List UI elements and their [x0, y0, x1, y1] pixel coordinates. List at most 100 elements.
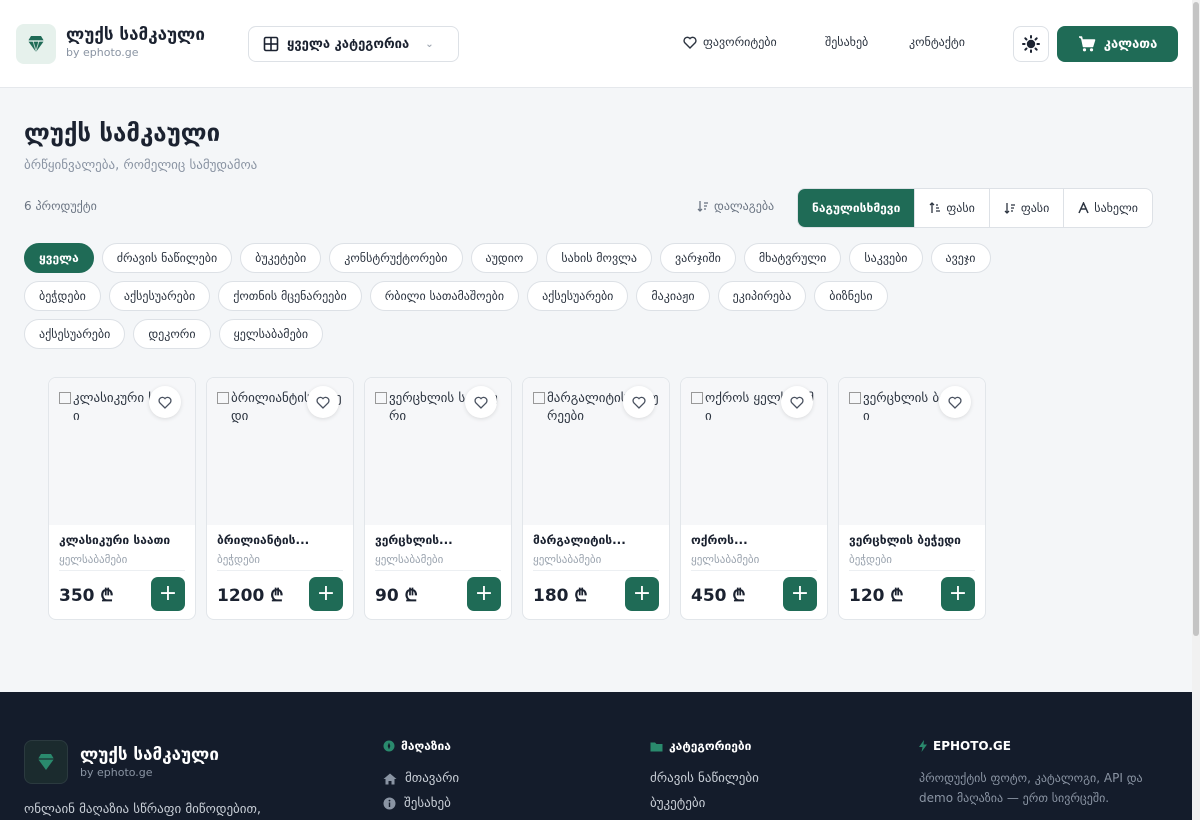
product-name[interactable]: კლასიკური საათი — [59, 533, 189, 547]
footer-link-category-label: ბუკეტები — [650, 796, 706, 811]
footer-link-category[interactable]: ბუკეტები — [650, 796, 705, 811]
product-image[interactable]: ვერცხლის სამაჯური — [365, 378, 511, 525]
category-chip[interactable]: საკვები — [849, 243, 923, 273]
page-subtitle: ბრწყინვალება, რომელიც სამუდამოა — [24, 158, 258, 173]
heart-icon — [790, 396, 804, 409]
category-chip[interactable]: მხატვრული — [743, 243, 842, 273]
category-chip[interactable]: აუდიო — [470, 243, 539, 273]
product-name[interactable]: ვერცხლის... — [375, 533, 505, 547]
category-chip[interactable]: ბეჭდები — [24, 281, 101, 311]
category-chip[interactable]: ყელსაბამები — [218, 319, 324, 349]
favorite-button[interactable] — [623, 386, 655, 418]
product-price: 120 ₾ — [849, 586, 904, 606]
sort-price-desc[interactable]: ფასი — [988, 189, 1063, 227]
category-chip[interactable]: აქსესუარები — [108, 281, 211, 311]
product-grid: კლასიკური საათი კლასიკური საათი ყელსაბამებ… — [48, 377, 986, 620]
product-price: 450 ₾ — [691, 586, 746, 606]
brand-title[interactable]: ლუქს სამკაული — [66, 25, 205, 45]
scrollbar-thumb[interactable] — [1193, 2, 1199, 636]
page-scrollbar[interactable] — [1192, 0, 1200, 820]
category-chip[interactable]: სახის მოვლა — [546, 243, 653, 273]
product-category: ყელსაბამები — [59, 553, 128, 566]
add-to-cart-button[interactable]: + — [625, 577, 659, 611]
sun-icon — [1022, 35, 1040, 53]
category-chip[interactable]: კონსტრუქტორები — [329, 243, 463, 273]
favorite-button[interactable] — [781, 386, 813, 418]
broken-image-icon — [375, 392, 387, 404]
product-category: ბეჭდები — [217, 553, 260, 566]
sort-name[interactable]: სახელი — [1063, 189, 1152, 227]
product-image[interactable]: მარგალიტის საყურეები — [523, 378, 669, 525]
heart-icon — [948, 396, 962, 409]
theme-toggle-button[interactable] — [1013, 26, 1049, 62]
product-image[interactable]: კლასიკური საათი — [49, 378, 195, 525]
add-to-cart-button[interactable]: + — [151, 577, 185, 611]
category-chip[interactable]: დეკორი — [133, 319, 211, 349]
category-chip[interactable]: ბიზნესი — [814, 281, 888, 311]
brand-subtitle: by ephoto.ge — [66, 46, 139, 59]
heart-icon — [316, 396, 330, 409]
product-image[interactable]: ბრილიანტის ბეჭედი — [207, 378, 353, 525]
sort-ascending-icon — [929, 202, 941, 213]
footer-brand-subtitle: by ephoto.ge — [80, 766, 153, 779]
cart-icon — [1078, 36, 1096, 52]
product-card[interactable]: ვერცხლის ბეჭედი ვერცხლის ბეჭედი ბეჭდები 120… — [838, 377, 986, 620]
favorite-button[interactable] — [465, 386, 497, 418]
nav-contact-label: კონტაქტი — [909, 35, 965, 49]
sort-default[interactable]: ნაგულისხმევი — [798, 189, 915, 227]
heart-icon — [474, 396, 488, 409]
nav-about[interactable]: შესახებ — [825, 35, 868, 49]
product-card[interactable]: კლასიკური საათი კლასიკური საათი ყელსაბამებ… — [48, 377, 196, 620]
footer-link-home[interactable]: მთავარი — [383, 771, 459, 786]
footer-logo-icon[interactable] — [24, 740, 68, 784]
category-chip[interactable]: ვარჯიში — [660, 243, 736, 273]
text-a-icon — [1078, 202, 1089, 214]
favorite-button[interactable] — [149, 386, 181, 418]
product-image[interactable]: ვერცხლის ბეჭედი — [839, 378, 985, 525]
product-card[interactable]: ბრილიანტის ბეჭედი ბრილიანტის... ბეჭდები 120… — [206, 377, 354, 620]
footer-heading-categories-label: კატეგორიები — [669, 739, 752, 753]
logo-icon[interactable] — [16, 24, 56, 64]
footer-link-home-label: მთავარი — [405, 771, 460, 786]
product-category: ყელსაბამები — [533, 553, 602, 566]
product-card[interactable]: მარგალიტის საყურეები მარგალიტის... ყელსაბა… — [522, 377, 670, 620]
product-card[interactable]: ოქროს ყელსაბამი ოქროს... ყელსაბამები 450 ₾ + — [680, 377, 828, 620]
footer-heading-shop-label: მაღაზია — [401, 739, 451, 753]
category-select[interactable]: ყველა კატეგორია ⌄ — [248, 26, 459, 62]
add-to-cart-button[interactable]: + — [467, 577, 501, 611]
cart-button[interactable]: კალათა — [1057, 26, 1178, 62]
nav-favorites[interactable]: ფავორიტები — [683, 35, 777, 49]
favorite-button[interactable] — [939, 386, 971, 418]
product-price: 180 ₾ — [533, 586, 588, 606]
heart-icon — [158, 396, 172, 409]
product-name[interactable]: მარგალიტის... — [533, 533, 663, 547]
category-chip[interactable]: მაკიაჟი — [636, 281, 710, 311]
footer-link-about[interactable]: შესახებ — [383, 796, 451, 811]
nav-contact[interactable]: კონტაქტი — [909, 35, 965, 49]
product-image[interactable]: ოქროს ყელსაბამი — [681, 378, 827, 525]
category-chip[interactable]: აქსესუარები — [527, 281, 629, 311]
footer-link-category-label: ძრავის ნაწილები — [650, 771, 759, 786]
card-divider — [849, 570, 975, 571]
footer-link-category[interactable]: ძრავის ნაწილები — [650, 771, 759, 786]
category-chip[interactable]: რბილი სათამაშოები — [369, 281, 520, 311]
card-divider — [691, 570, 817, 571]
category-chip[interactable]: ძრავის ნაწილები — [101, 243, 233, 273]
add-to-cart-button[interactable]: + — [941, 577, 975, 611]
sort-price-asc[interactable]: ფასი — [914, 189, 988, 227]
category-chip[interactable]: ქოთნის მცენარეები — [218, 281, 362, 311]
product-name[interactable]: ოქროს... — [691, 533, 821, 547]
product-count: 6 პროდუქტი — [24, 199, 97, 213]
category-chip[interactable]: ეკიპირება — [717, 281, 807, 311]
add-to-cart-button[interactable]: + — [783, 577, 817, 611]
category-chip[interactable]: აქსესუარები — [24, 319, 126, 349]
favorite-button[interactable] — [307, 386, 339, 418]
product-card[interactable]: ვერცხლის სამაჯური ვერცხლის... ყელსაბამები 9… — [364, 377, 512, 620]
category-chip[interactable]: ავეჯი — [930, 243, 991, 273]
product-name[interactable]: ბრილიანტის... — [217, 533, 347, 547]
category-chip[interactable]: ბუკეტები — [240, 243, 322, 273]
sort-price-asc-label: ფასი — [946, 201, 975, 215]
add-to-cart-button[interactable]: + — [309, 577, 343, 611]
chip-all[interactable]: ყველა — [24, 243, 94, 273]
product-name[interactable]: ვერცხლის ბეჭედი — [849, 533, 979, 547]
